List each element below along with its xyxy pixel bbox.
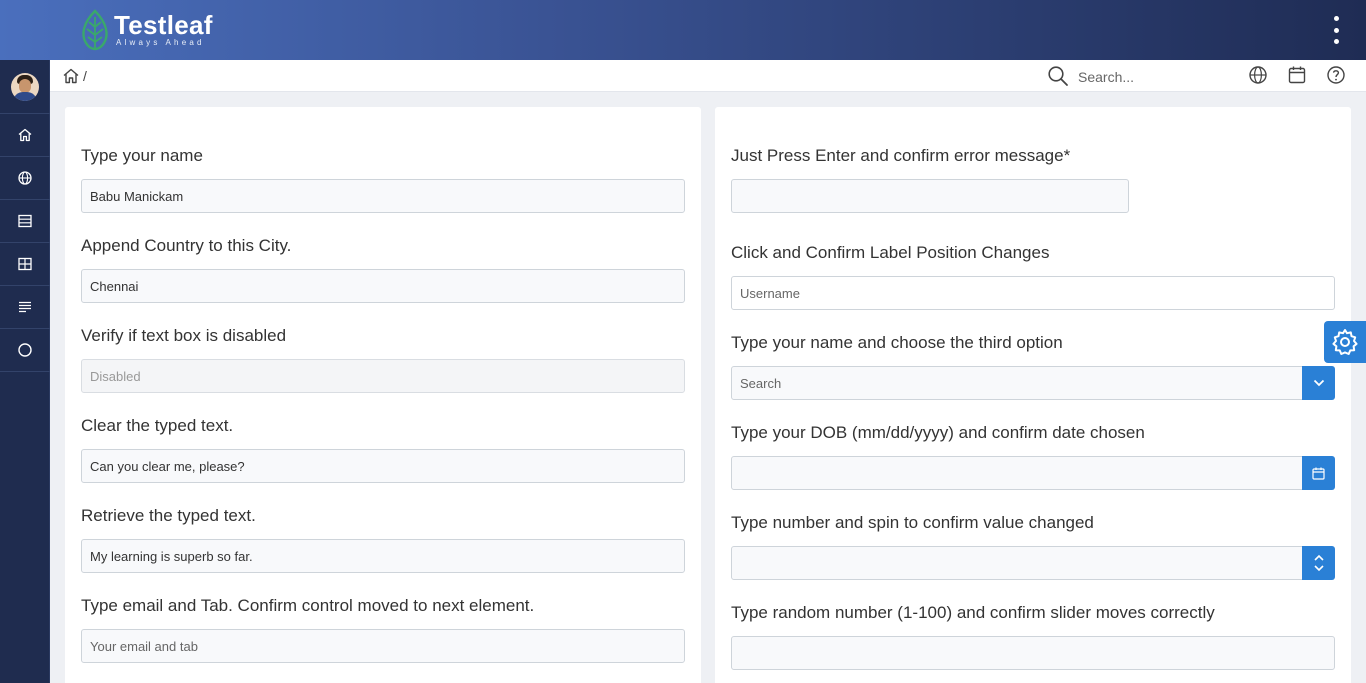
- dob-input[interactable]: [731, 456, 1303, 490]
- retrieve-input[interactable]: [81, 539, 685, 573]
- spinner-label: Type number and spin to confirm value ch…: [731, 513, 1094, 532]
- email-label: Type email and Tab. Confirm control move…: [81, 596, 535, 615]
- sidebar-item-text[interactable]: [0, 286, 50, 329]
- calendar-icon[interactable]: [1287, 65, 1307, 85]
- username-label: Click and Confirm Label Position Changes: [731, 243, 1050, 262]
- spinner-buttons[interactable]: [1302, 546, 1335, 580]
- clear-label: Clear the typed text.: [81, 416, 234, 435]
- enter-input[interactable]: [731, 179, 1129, 213]
- globe-icon[interactable]: [1248, 65, 1268, 85]
- brand-name: Testleaf: [114, 10, 213, 40]
- user-avatar[interactable]: [0, 60, 50, 114]
- breadcrumb: /: [62, 67, 87, 85]
- slider-input[interactable]: [731, 636, 1335, 670]
- city-input[interactable]: [81, 269, 685, 303]
- sidebar-item-table[interactable]: [0, 200, 50, 243]
- breadcrumb-bar: /: [50, 60, 1366, 92]
- sidebar: [0, 60, 50, 683]
- chevron-up-icon[interactable]: [1313, 553, 1325, 563]
- breadcrumb-separator: /: [83, 68, 87, 84]
- autocomplete-dropdown-button[interactable]: [1302, 366, 1335, 400]
- help-icon[interactable]: [1326, 65, 1346, 85]
- grid-icon: [18, 257, 32, 271]
- testleaf-logo[interactable]: Testleaf Always Ahead: [80, 8, 213, 52]
- datepicker-button[interactable]: [1302, 456, 1335, 490]
- gear-icon: [1332, 329, 1358, 355]
- dob-label: Type your DOB (mm/dd/yyyy) and confirm d…: [731, 423, 1145, 442]
- autocomplete-label: Type your name and choose the third opti…: [731, 333, 1063, 352]
- clear-input[interactable]: [81, 449, 685, 483]
- chevron-down-icon[interactable]: [1313, 563, 1325, 573]
- top-header: Testleaf Always Ahead: [0, 0, 1366, 60]
- retrieve-label: Retrieve the typed text.: [81, 506, 256, 525]
- left-form-card: Type your name Append Country to this Ci…: [65, 107, 701, 683]
- globe-icon: [18, 171, 32, 185]
- search-icon[interactable]: [1047, 65, 1069, 87]
- spinner-input[interactable]: [731, 546, 1303, 580]
- more-menu-icon[interactable]: [1326, 14, 1346, 46]
- username-input[interactable]: [731, 276, 1335, 310]
- disabled-input: [81, 359, 685, 393]
- name-label: Type your name: [81, 146, 203, 165]
- sidebar-item-circle[interactable]: [0, 329, 50, 372]
- brand-tagline: Always Ahead: [116, 38, 205, 47]
- leaf-icon: [82, 9, 108, 51]
- chevron-down-icon: [1313, 379, 1324, 387]
- sidebar-item-grid[interactable]: [0, 243, 50, 286]
- align-left-icon: [19, 301, 31, 313]
- enter-label: Just Press Enter and confirm error messa…: [731, 146, 1071, 165]
- right-form-card: Just Press Enter and confirm error messa…: [715, 107, 1351, 683]
- calendar-icon: [1312, 467, 1325, 480]
- search-input[interactable]: [1078, 66, 1228, 88]
- sidebar-item-home[interactable]: [0, 114, 50, 157]
- email-input[interactable]: [81, 629, 685, 663]
- list-table-icon: [18, 214, 32, 228]
- sidebar-item-browser[interactable]: [0, 157, 50, 200]
- slider-label: Type random number (1-100) and confirm s…: [731, 603, 1215, 622]
- city-label: Append Country to this City.: [81, 236, 292, 255]
- home-icon[interactable]: [62, 67, 80, 85]
- home-icon: [18, 128, 32, 142]
- disabled-label: Verify if text box is disabled: [81, 326, 287, 345]
- name-input[interactable]: [81, 179, 685, 213]
- settings-button[interactable]: [1324, 321, 1366, 363]
- circle-icon: [18, 343, 32, 357]
- autocomplete-input[interactable]: [731, 366, 1303, 400]
